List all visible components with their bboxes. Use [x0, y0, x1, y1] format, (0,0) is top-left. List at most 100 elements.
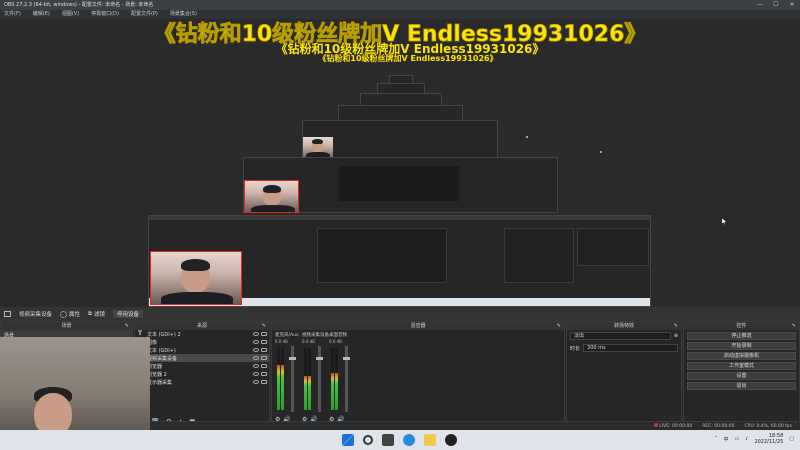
lock-icon[interactable] — [261, 364, 267, 368]
menu-file[interactable]: 文件(F) — [4, 10, 21, 19]
start-recording-button[interactable]: 开始录制 — [687, 342, 796, 350]
obs-icon[interactable] — [445, 434, 457, 446]
visibility-icon[interactable] — [253, 340, 259, 344]
volume-meter — [308, 348, 311, 410]
volume-fader[interactable] — [316, 346, 323, 412]
deactivate-button[interactable]: 停用设备 — [112, 310, 143, 318]
lock-icon[interactable] — [261, 356, 267, 360]
dock-float-icon[interactable]: ✎ — [557, 322, 561, 330]
exit-button[interactable]: 退出 — [687, 382, 796, 390]
lock-icon[interactable] — [261, 372, 267, 376]
menu-scene-collection[interactable]: 场景集合(S) — [170, 10, 197, 19]
source-item-display-capture[interactable]: ▪ 显示器采集 — [135, 378, 269, 386]
minimize-button[interactable]: — — [752, 0, 768, 10]
close-button[interactable]: ✕ — [784, 0, 800, 10]
title-bar: OBS 27.2.3 (64-bit, windows) - 配置文件: 未命名… — [0, 0, 800, 10]
lock-icon[interactable] — [261, 332, 267, 336]
live-dot-icon — [653, 423, 658, 427]
lock-icon[interactable] — [261, 340, 267, 344]
menu-profile[interactable]: 配置文件(P) — [131, 10, 158, 19]
visibility-icon[interactable] — [253, 364, 259, 368]
search-icon[interactable] — [363, 435, 373, 445]
studio-mode-button[interactable]: 工作室模式 — [687, 362, 796, 370]
clock[interactable]: 18:58 2022/11/25 — [754, 433, 783, 445]
source-item-image[interactable]: ▪ 图像 — [135, 338, 269, 346]
source-item-browser[interactable]: ▪ 浏览器 — [135, 362, 269, 370]
clock-date: 2022/11/25 — [754, 439, 784, 445]
file-explorer-icon[interactable] — [424, 434, 436, 446]
window-controls: — ☐ ✕ — [752, 0, 800, 10]
scenes-title: 场景 — [61, 323, 72, 329]
taskbar-icons — [342, 434, 457, 446]
menu-view[interactable]: 视图(V) — [62, 10, 79, 19]
mouse-cursor-icon — [722, 218, 727, 225]
maximize-button[interactable]: ☐ — [768, 0, 784, 10]
menu-docks[interactable]: 停靠窗口(D) — [91, 10, 119, 19]
channel-db: 0.0 dB — [302, 339, 315, 344]
visibility-icon[interactable] — [253, 380, 259, 384]
visibility-icon[interactable] — [253, 356, 259, 360]
dock-float-icon[interactable]: ✎ — [792, 322, 796, 330]
volume-fader[interactable] — [289, 346, 296, 412]
windows-start-icon[interactable] — [342, 434, 354, 446]
cpu-status: CPU: 0.4%, 60.00 fps — [744, 423, 793, 429]
gear-icon — [60, 310, 68, 318]
volume-icon[interactable]: ♪ — [745, 436, 748, 442]
camera-icon — [4, 311, 11, 317]
stop-streaming-button[interactable]: 停止推流 — [687, 332, 796, 340]
menu-edit[interactable]: 编辑(E) — [33, 10, 50, 19]
filters-button[interactable]: ⧉ 滤镜 — [88, 310, 105, 319]
duration-input[interactable]: 300 ms — [583, 344, 678, 352]
settings-button[interactable]: 设置 — [687, 372, 796, 380]
visibility-icon[interactable] — [253, 332, 259, 336]
lock-icon[interactable] — [261, 348, 267, 352]
lock-icon[interactable] — [261, 380, 267, 384]
tray-chevron-icon[interactable]: ˄ — [715, 436, 718, 442]
dock-float-icon[interactable]: ✎ — [262, 322, 266, 330]
nested-webcam-1 — [244, 180, 299, 213]
sources-dock-header: 来源 ✎ — [135, 322, 269, 330]
rec-status: REC: 00:00:00 — [702, 423, 735, 429]
dock-float-icon[interactable]: ✎ — [674, 322, 678, 330]
transition-select-row: 淡出 ⊕ — [567, 330, 681, 342]
language-indicator[interactable]: 中 — [723, 436, 728, 443]
controls-dock-header: 控件 ✎ — [684, 322, 799, 330]
task-view-icon[interactable] — [382, 434, 394, 446]
deactivate-label: 停用设备 — [116, 312, 139, 318]
network-icon[interactable]: ▭ — [735, 436, 740, 442]
channel-name: 麦克风/Aux — [275, 333, 299, 338]
controls-title: 控件 — [736, 323, 747, 329]
preview-dot — [600, 151, 602, 153]
nested-webcam-0 — [150, 251, 242, 305]
sources-dock: 来源 ✎ T 文本 (GDI+) 2 ▪ 图像 T 文本 (GDI+) ▣ 视频… — [134, 321, 270, 430]
preview-canvas[interactable]: 《钻粉和10级粉丝牌加V Endless19931026》 《钻粉和10级粉丝牌… — [0, 19, 800, 307]
source-item-text2[interactable]: T 文本 (GDI+) 2 — [135, 330, 269, 338]
dock-float-icon[interactable]: ✎ — [125, 322, 129, 330]
source-item-browser2[interactable]: ▪ 浏览器 2 — [135, 370, 269, 378]
transitions-dock-header: 转场特效 ✎ — [567, 322, 681, 330]
volume-meter — [335, 348, 338, 410]
transition-select[interactable]: 淡出 — [570, 332, 671, 340]
status-bar: LIVE: 00:00:00 REC: 00:00:00 CPU: 0.4%, … — [150, 421, 800, 430]
properties-button[interactable]: 属性 — [60, 310, 80, 318]
source-label: 显示器采集 — [147, 379, 173, 386]
notification-icon[interactable]: ▢ — [789, 436, 794, 442]
visibility-icon[interactable] — [253, 348, 259, 352]
source-label: 视频采集设备 — [147, 355, 178, 362]
source-item-video-capture[interactable]: ▣ 视频采集设备 — [135, 354, 269, 362]
channel-db: 0.0 dB — [329, 339, 342, 344]
add-transition-icon[interactable]: ⊕ — [674, 333, 678, 339]
mixer-channel-video-capture: 视频采集设备 0.0 dB ⚙ 🔊 — [302, 332, 329, 428]
volume-meter — [277, 348, 280, 410]
volume-fader[interactable] — [343, 346, 350, 412]
edge-browser-icon[interactable] — [403, 434, 415, 446]
source-label: 文本 (GDI+) — [147, 347, 176, 354]
filters-label: 滤镜 — [93, 312, 105, 318]
scenes-dock-header: 场景 ✎ — [1, 322, 132, 330]
source-item-text[interactable]: T 文本 (GDI+) — [135, 346, 269, 354]
visibility-icon[interactable] — [253, 372, 259, 376]
preview-dot — [526, 136, 528, 138]
start-virtual-camera-button[interactable]: 启动虚拟摄像机 — [687, 352, 796, 360]
nested-webcam-2 — [303, 137, 333, 159]
selected-source-name: 视频采集设备 — [19, 312, 53, 318]
